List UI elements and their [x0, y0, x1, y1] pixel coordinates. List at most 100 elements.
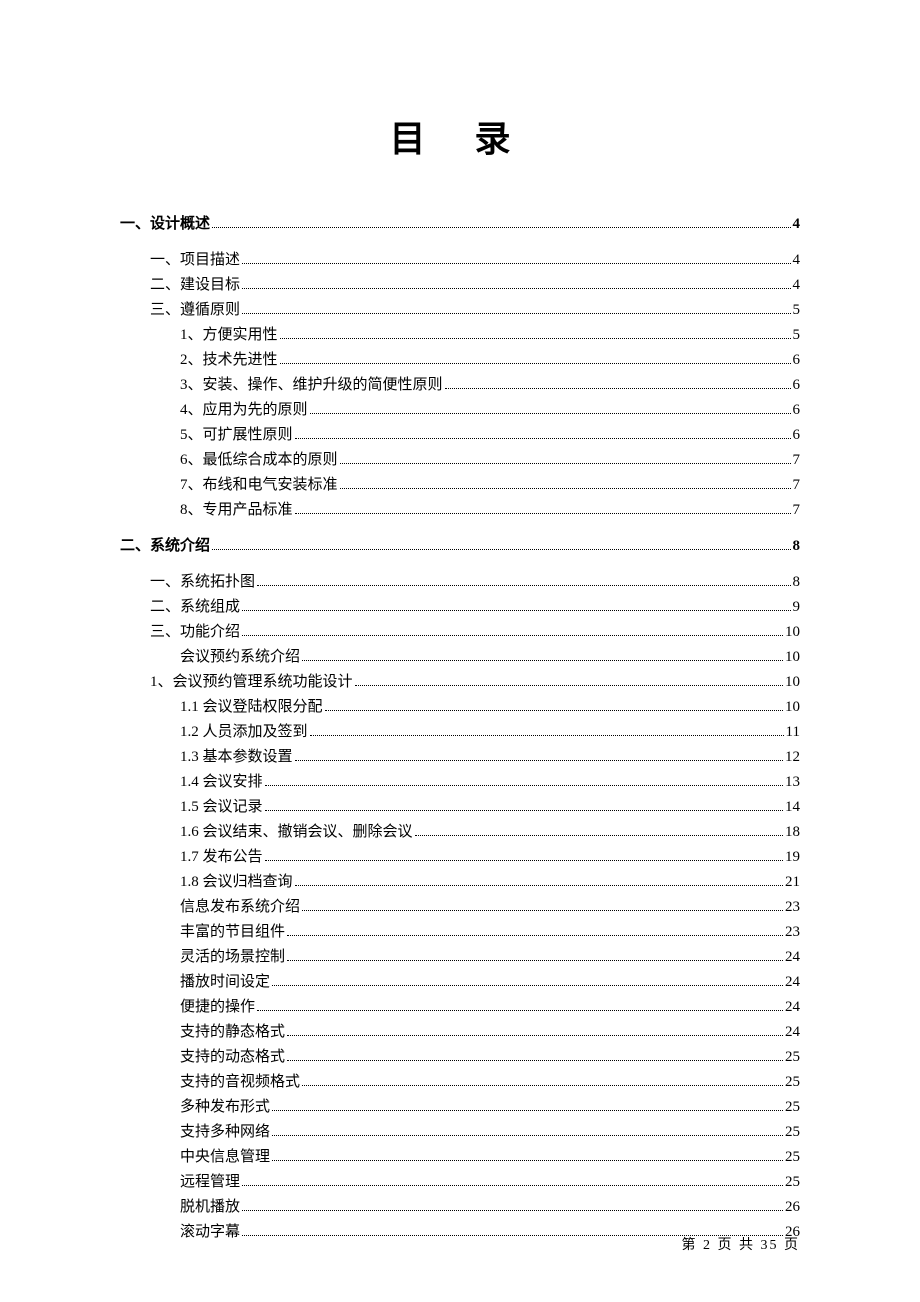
toc-entry[interactable]: 播放时间设定24 — [120, 970, 800, 994]
toc-dot-leader — [287, 1060, 783, 1061]
toc-entry-page: 25 — [785, 1070, 800, 1094]
toc-entry-page: 8 — [793, 570, 801, 594]
toc-dot-leader — [265, 860, 783, 861]
toc-dot-leader — [287, 960, 783, 961]
toc-entry[interactable]: 支持的音视频格式 25 — [120, 1070, 800, 1094]
toc-entry[interactable]: 一、系统拓扑图 8 — [120, 570, 800, 594]
toc-entry[interactable]: 4、应用为先的原则6 — [120, 398, 800, 422]
toc-entry-page: 23 — [785, 920, 800, 944]
toc-entry[interactable]: 信息发布系统介绍23 — [120, 895, 800, 919]
toc-entry-page: 25 — [785, 1095, 800, 1119]
toc-entry[interactable]: 1.7 发布公告19 — [120, 845, 800, 869]
toc-entry-label: 三、功能介绍 — [150, 620, 240, 644]
toc-entry-label: 支持的音视频格式 — [180, 1070, 300, 1094]
toc-dot-leader — [242, 288, 790, 289]
toc-entry-page: 25 — [785, 1145, 800, 1169]
toc-entry-page: 24 — [785, 995, 800, 1019]
toc-entry-label: 二、系统介绍 — [120, 534, 210, 558]
toc-entry-page: 21 — [785, 870, 800, 894]
toc-entry[interactable]: 支持的静态格式24 — [120, 1020, 800, 1044]
toc-entry-page: 4 — [793, 212, 801, 236]
toc-entry-label: 一、系统拓扑图 — [150, 570, 255, 594]
toc-entry-label: 支持多种网络 — [180, 1120, 270, 1144]
toc-entry-label: 一、项目描述 — [150, 248, 240, 272]
toc-entry-page: 6 — [793, 423, 801, 447]
toc-entry-page: 25 — [785, 1120, 800, 1144]
toc-entry[interactable]: 支持的动态格式25 — [120, 1045, 800, 1069]
toc-entry[interactable]: 二、建设目标4 — [120, 273, 800, 297]
toc-entry-page: 24 — [785, 1020, 800, 1044]
toc-entry-label: 中央信息管理 — [180, 1145, 270, 1169]
toc-entry[interactable]: 1.2 人员添加及签到11 — [120, 720, 800, 744]
toc-dot-leader — [242, 1210, 783, 1211]
toc-entry[interactable]: 脱机播放 26 — [120, 1195, 800, 1219]
toc-dot-leader — [272, 1160, 783, 1161]
toc-entry-label: 1.1 会议登陆权限分配 — [180, 695, 323, 719]
toc-entry-label: 4、应用为先的原则 — [180, 398, 308, 422]
toc-entry[interactable]: 会议预约系统介绍10 — [120, 645, 800, 669]
toc-entry[interactable]: 多种发布形式25 — [120, 1095, 800, 1119]
toc-entry-page: 7 — [793, 448, 801, 472]
toc-dot-leader — [302, 1085, 783, 1086]
toc-entry[interactable]: 1.3 基本参数设置12 — [120, 745, 800, 769]
toc-entry[interactable]: 三、功能介绍10 — [120, 620, 800, 644]
toc-entry-label: 7、布线和电气安装标准 — [180, 473, 338, 497]
toc-entry[interactable]: 中央信息管理 25 — [120, 1145, 800, 1169]
toc-entry[interactable]: 1、会议预约管理系统功能设计10 — [120, 670, 800, 694]
toc-entry[interactable]: 灵活的场景控制24 — [120, 945, 800, 969]
toc-dot-leader — [340, 488, 791, 489]
toc-dot-leader — [257, 585, 790, 586]
footer-suffix: 页 — [784, 1238, 800, 1253]
toc-entry[interactable]: 6、最低综合成本的原则7 — [120, 448, 800, 472]
toc-entry[interactable]: 便捷的操作 24 — [120, 995, 800, 1019]
toc-entry-label: 便捷的操作 — [180, 995, 255, 1019]
toc-entry[interactable]: 1.8 会议归档查询21 — [120, 870, 800, 894]
toc-entry[interactable]: 二、系统组成 9 — [120, 595, 800, 619]
toc-entry-page: 12 — [785, 745, 800, 769]
toc-entry[interactable]: 三、遵循原则5 — [120, 298, 800, 322]
toc-entry-label: 2、技术先进性 — [180, 348, 278, 372]
toc-entry[interactable]: 3、安装、操作、维护升级的简便性原则6 — [120, 373, 800, 397]
toc-entry[interactable]: 1.6 会议结束、撤销会议、删除会议18 — [120, 820, 800, 844]
toc-entry-label: 信息发布系统介绍 — [180, 895, 300, 919]
toc-entry-label: 二、系统组成 — [150, 595, 240, 619]
toc-entry-page: 14 — [785, 795, 800, 819]
toc-entry-label: 8、专用产品标准 — [180, 498, 293, 522]
toc-entry[interactable]: 1、方便实用性5 — [120, 323, 800, 347]
toc-entry[interactable]: 1.4 会议安排13 — [120, 770, 800, 794]
toc-entry-label: 脱机播放 — [180, 1195, 240, 1219]
toc-entry[interactable]: 一、设计概述4 — [120, 212, 800, 236]
toc-dot-leader — [242, 1185, 783, 1186]
toc-entry-page: 10 — [785, 695, 800, 719]
toc-entry[interactable]: 1.1 会议登陆权限分配 10 — [120, 695, 800, 719]
toc-dot-leader — [295, 885, 783, 886]
toc-entry[interactable]: 8、专用产品标准7 — [120, 498, 800, 522]
toc-entry[interactable]: 支持多种网络 25 — [120, 1120, 800, 1144]
toc-entry-page: 13 — [785, 770, 800, 794]
toc-entry[interactable]: 1.5 会议记录14 — [120, 795, 800, 819]
toc-dot-leader — [295, 438, 791, 439]
toc-dot-leader — [302, 660, 783, 661]
toc-entry-label: 二、建设目标 — [150, 273, 240, 297]
toc-entry[interactable]: 二、系统介绍 8 — [120, 534, 800, 558]
toc-entry-page: 26 — [785, 1195, 800, 1219]
toc-entry[interactable]: 丰富的节目组件23 — [120, 920, 800, 944]
footer-total-pages: 35 — [761, 1238, 779, 1253]
toc-entry[interactable]: 5、可扩展性原则6 — [120, 423, 800, 447]
toc-entry-page: 8 — [793, 534, 801, 558]
toc-entry[interactable]: 远程管理25 — [120, 1170, 800, 1194]
footer-prefix: 第 — [682, 1238, 698, 1253]
document-title: 目 录 — [120, 110, 800, 162]
toc-dot-leader — [242, 635, 783, 636]
toc-entry[interactable]: 一、项目描述4 — [120, 248, 800, 272]
toc-entry-label: 播放时间设定 — [180, 970, 270, 994]
toc-dot-leader — [340, 463, 791, 464]
toc-entry-page: 6 — [793, 348, 801, 372]
toc-dot-leader — [445, 388, 791, 389]
toc-entry[interactable]: 2、技术先进性 6 — [120, 348, 800, 372]
toc-entry-page: 25 — [785, 1045, 800, 1069]
toc-entry-page: 9 — [793, 595, 801, 619]
toc-dot-leader — [280, 338, 791, 339]
toc-entry-label: 1、方便实用性 — [180, 323, 278, 347]
toc-entry[interactable]: 7、布线和电气安装标准7 — [120, 473, 800, 497]
